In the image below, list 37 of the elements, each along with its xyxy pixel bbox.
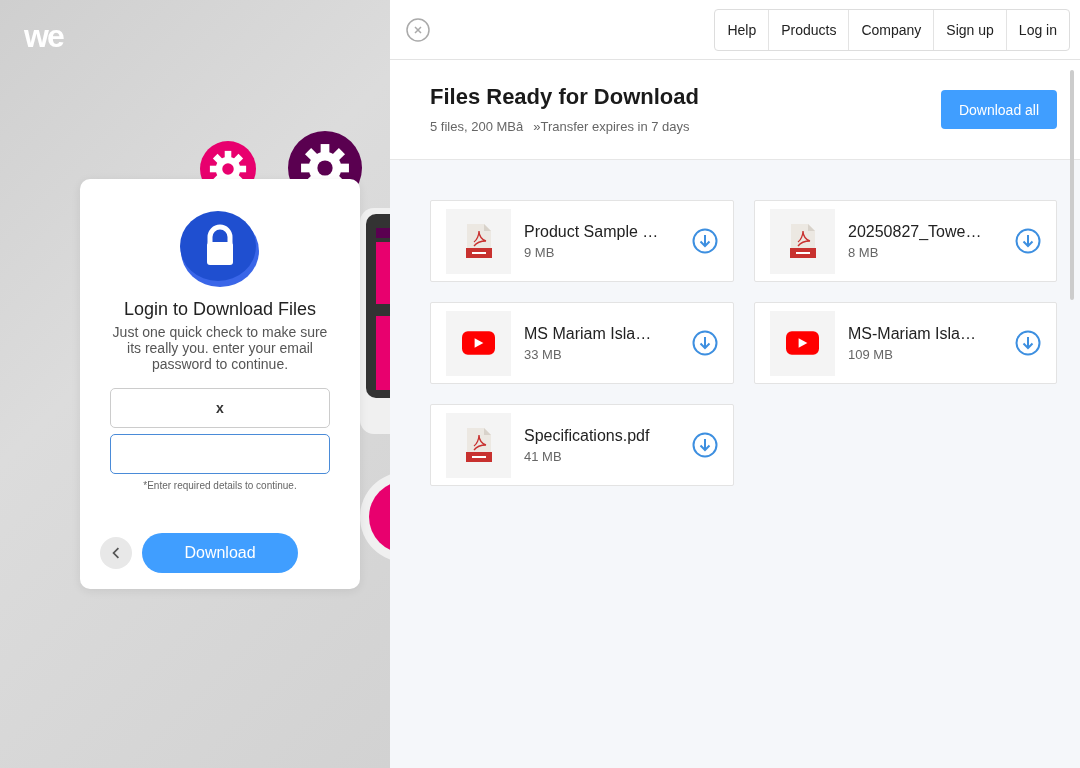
nav-link[interactable]: Help <box>715 9 769 50</box>
lock-icon <box>180 209 260 287</box>
nav-link[interactable]: Sign up <box>933 9 1006 50</box>
file-size: 8 MB <box>848 244 880 260</box>
transfer-title: Files Ready for Download <box>430 84 699 110</box>
file-size: 9 MB <box>524 244 556 260</box>
play-button-icon <box>786 331 819 355</box>
file-name: MS-Mariam Isla… <box>848 324 977 343</box>
hint-text: *Enter required details to continue. <box>143 480 297 491</box>
nav-link[interactable]: Company <box>848 9 934 50</box>
nav-link[interactable]: Log in <box>1005 9 1069 50</box>
pdf-file-icon <box>465 224 492 258</box>
back-button[interactable] <box>100 537 132 569</box>
file-name: Specifications.pdf <box>524 426 651 445</box>
scrollbar[interactable] <box>1070 70 1074 300</box>
download-icon[interactable] <box>692 330 718 356</box>
dialog-title: Login to Download Files <box>123 299 317 320</box>
file-name: 20250827_Towe… <box>848 222 983 241</box>
chevron-left-icon <box>112 547 120 559</box>
file-size: 41 MB <box>524 448 563 464</box>
play-button-icon <box>462 331 495 355</box>
close-icon[interactable] <box>406 17 430 42</box>
email-field[interactable]: x <box>110 388 330 428</box>
download-icon[interactable] <box>1015 330 1041 356</box>
password-field[interactable] <box>110 434 330 474</box>
transfer-summary: 5 files, 200 MBâ»Transfer expires in 7 days <box>430 118 691 135</box>
file-size: 109 MB <box>848 346 894 362</box>
download-icon[interactable] <box>692 228 718 254</box>
nav-link[interactable]: Products <box>768 9 849 50</box>
pdf-file-icon <box>465 428 492 462</box>
download-icon[interactable] <box>1015 228 1041 254</box>
pdf-file-icon <box>789 224 816 258</box>
file-name: MS Mariam Isla… <box>524 324 653 343</box>
file-name: Product Sample … <box>524 222 660 241</box>
download-icon[interactable] <box>692 432 718 458</box>
dialog-message: Just one quick check to make sure its really you. enter your email password to continue. <box>111 324 329 372</box>
file-size: 33 MB <box>524 346 563 362</box>
